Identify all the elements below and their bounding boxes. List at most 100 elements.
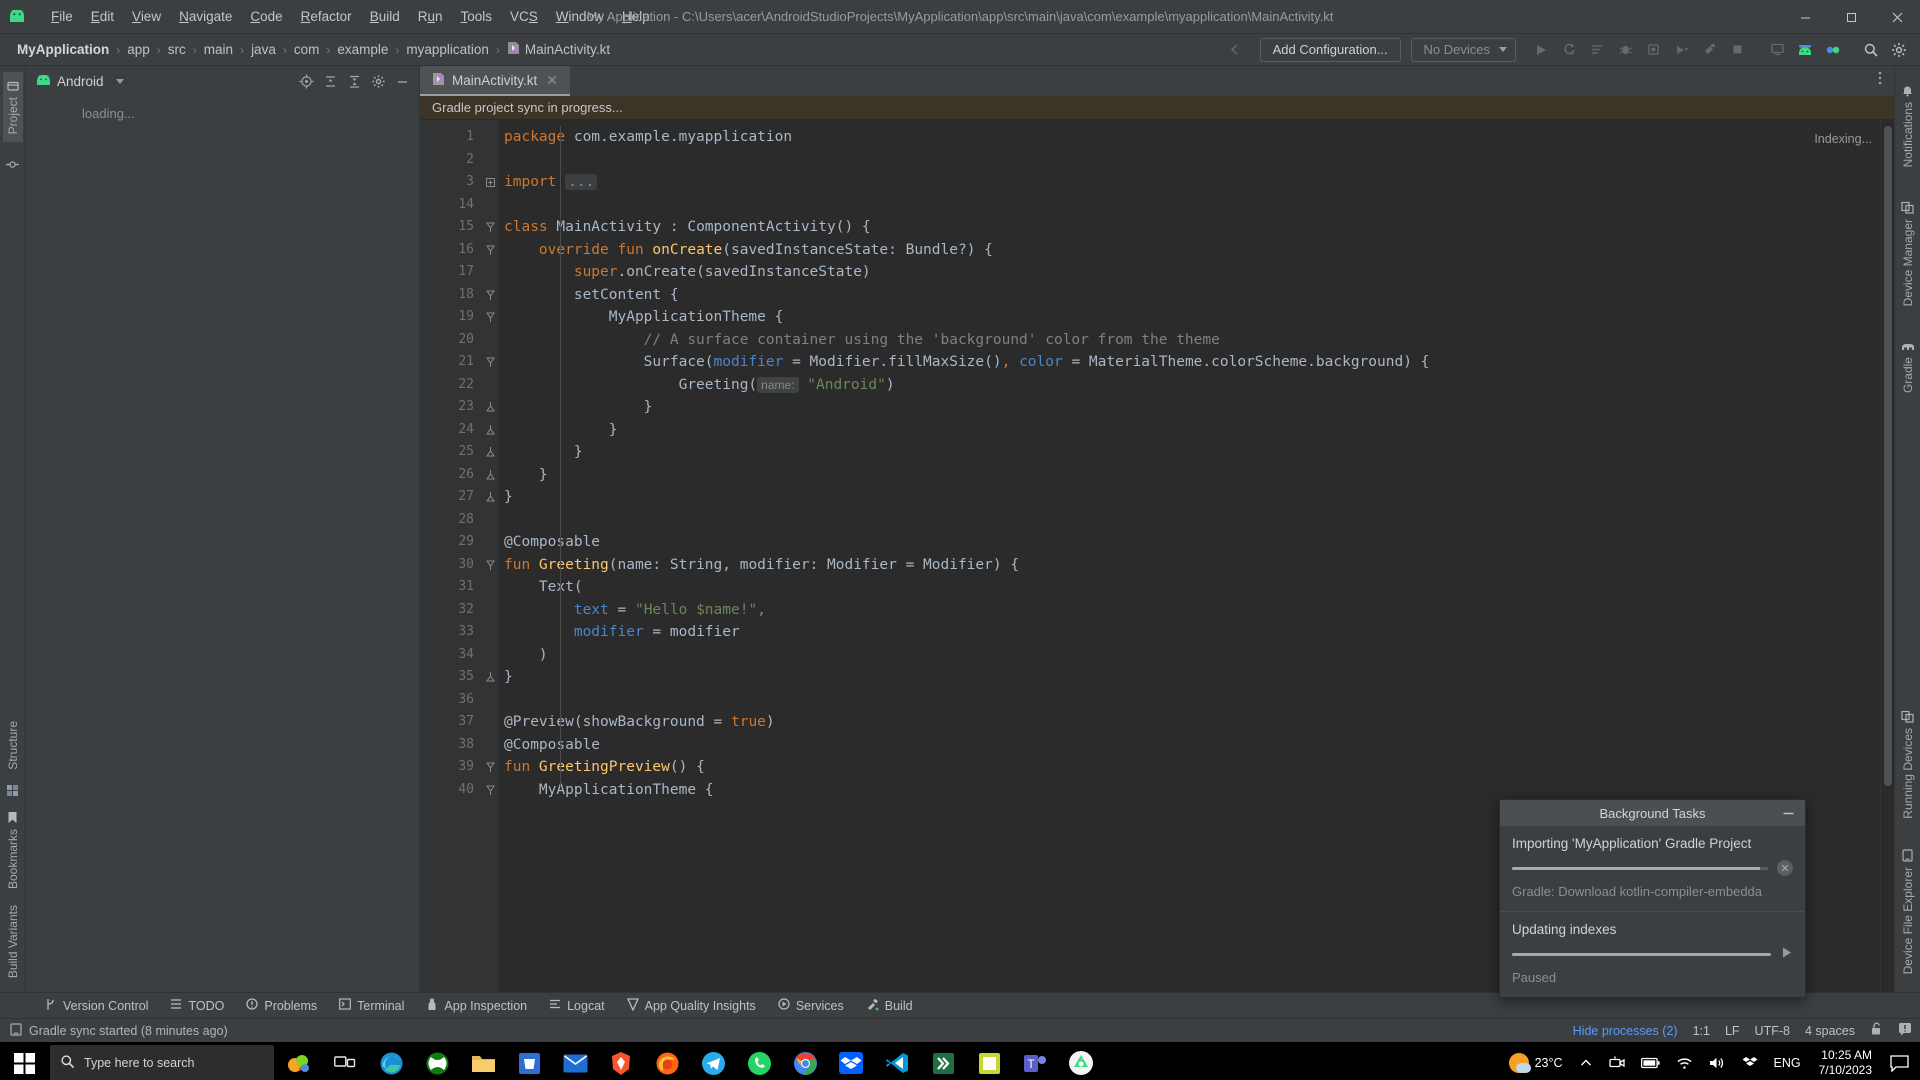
- task-view-icon[interactable]: [322, 1042, 368, 1080]
- menu-view[interactable]: View: [123, 5, 170, 28]
- menu-file[interactable]: File: [42, 5, 82, 28]
- sidebar-item-commit[interactable]: [3, 142, 22, 179]
- volume-icon[interactable]: [1701, 1042, 1734, 1080]
- sidebar-item-build-variants[interactable]: Build Variants: [3, 897, 23, 986]
- code-line[interactable]: modifier = modifier: [498, 621, 1880, 644]
- status-message-area[interactable]: Gradle sync started (8 minutes ago): [10, 1022, 228, 1039]
- fold-marker-icon[interactable]: [482, 171, 498, 194]
- windows-start-icon[interactable]: [0, 1042, 48, 1080]
- coverage-icon[interactable]: A: [1556, 37, 1582, 63]
- maximize-window-button[interactable]: [1828, 0, 1874, 34]
- menu-code[interactable]: Code: [241, 5, 291, 28]
- code-line[interactable]: }: [498, 486, 1880, 509]
- clock[interactable]: 10:25 AM 7/10/2023: [1809, 1048, 1882, 1078]
- build-icon[interactable]: [1696, 37, 1722, 63]
- code-line[interactable]: }: [498, 419, 1880, 442]
- collapse-all-icon[interactable]: [343, 70, 365, 92]
- language-indicator[interactable]: ENG: [1766, 1042, 1809, 1080]
- cancel-icon[interactable]: ✕: [1777, 860, 1793, 876]
- code-line[interactable]: MyApplicationTheme {: [498, 779, 1880, 802]
- fold-marker-icon[interactable]: [482, 419, 498, 442]
- fold-marker-icon[interactable]: [482, 284, 498, 307]
- chevron-up-icon[interactable]: [1571, 1042, 1601, 1080]
- project-tree[interactable]: loading...: [26, 96, 419, 992]
- fold-marker-icon[interactable]: [482, 486, 498, 509]
- edge-icon[interactable]: [368, 1042, 414, 1080]
- menu-edit[interactable]: Edit: [82, 5, 123, 28]
- unlock-icon[interactable]: [1870, 1022, 1883, 1039]
- code-line[interactable]: MyApplicationTheme {: [498, 306, 1880, 329]
- tool-window-logcat[interactable]: Logcat: [538, 995, 616, 1016]
- minimize-icon[interactable]: [1779, 804, 1797, 822]
- dropbox-icon[interactable]: [828, 1042, 874, 1080]
- profile-icon[interactable]: [1584, 37, 1610, 63]
- code-line[interactable]: Surface(modifier = Modifier.fillMaxSize(…: [498, 351, 1880, 374]
- code-line[interactable]: ): [498, 644, 1880, 667]
- tool-window-services[interactable]: Services: [767, 995, 855, 1016]
- sidebar-item-device-manager[interactable]: Device Manager: [1898, 193, 1918, 314]
- fold-marker-icon[interactable]: [482, 396, 498, 419]
- device-selector[interactable]: No Devices: [1410, 37, 1516, 62]
- android-studio-icon[interactable]: [1058, 1042, 1104, 1080]
- folder-icon[interactable]: [460, 1042, 506, 1080]
- menu-run[interactable]: Run: [409, 5, 452, 28]
- tool-window-terminal[interactable]: Terminal: [328, 995, 415, 1016]
- scrollbar-thumb[interactable]: [1884, 126, 1892, 786]
- wifi-icon[interactable]: [1668, 1042, 1701, 1080]
- add-configuration-button[interactable]: Add Configuration...: [1259, 37, 1401, 62]
- menu-tools[interactable]: Tools: [452, 5, 502, 28]
- fold-marker-icon[interactable]: [482, 239, 498, 262]
- menu-refactor[interactable]: Refactor: [292, 5, 361, 28]
- breadcrumb-item-myapplication-pkg[interactable]: myapplication: [403, 40, 492, 59]
- brave-icon[interactable]: [598, 1042, 644, 1080]
- fold-marker-icon[interactable]: [482, 464, 498, 487]
- breadcrumb-item-com[interactable]: com: [291, 40, 323, 59]
- code-line[interactable]: }: [498, 441, 1880, 464]
- sidebar-item-structure[interactable]: Structure: [3, 713, 23, 778]
- camera-icon[interactable]: [1601, 1042, 1633, 1080]
- build-variants-small-icon[interactable]: [6, 778, 19, 803]
- code-line[interactable]: [498, 194, 1880, 217]
- close-icon[interactable]: ✕: [544, 72, 560, 89]
- code-line[interactable]: }: [498, 464, 1880, 487]
- target-icon[interactable]: [295, 70, 317, 92]
- mail-icon[interactable]: [552, 1042, 598, 1080]
- code-line[interactable]: fun GreetingPreview() {: [498, 756, 1880, 779]
- fold-marker-icon[interactable]: [482, 306, 498, 329]
- editor-tab-mainactivity[interactable]: MainActivity.kt ✕: [420, 66, 570, 96]
- avd-manager-icon[interactable]: [1764, 37, 1790, 63]
- sidebar-item-gradle[interactable]: Gradle: [1898, 333, 1918, 401]
- vscode-icon[interactable]: [874, 1042, 920, 1080]
- speech-bubble-icon[interactable]: [1882, 1042, 1916, 1080]
- fold-marker-icon[interactable]: [482, 216, 498, 239]
- code-line[interactable]: }: [498, 666, 1880, 689]
- tool-window-app-quality-insights[interactable]: App Quality Insights: [616, 995, 767, 1017]
- file-encoding[interactable]: UTF-8: [1755, 1024, 1790, 1038]
- project-view-selector[interactable]: Android: [36, 74, 124, 89]
- code-line[interactable]: }: [498, 396, 1880, 419]
- tool-window-build[interactable]: Build: [855, 995, 924, 1017]
- hide-processes-link[interactable]: Hide processes (2): [1573, 1024, 1678, 1038]
- search-input[interactable]: Type here to search: [50, 1045, 274, 1080]
- fold-marker-icon[interactable]: [482, 554, 498, 577]
- code-line[interactable]: override fun onCreate(savedInstanceState…: [498, 239, 1880, 262]
- menu-build[interactable]: Build: [361, 5, 409, 28]
- code-line[interactable]: [498, 509, 1880, 532]
- more-run-icon[interactable]: [1668, 37, 1694, 63]
- code-line[interactable]: class MainActivity : ComponentActivity()…: [498, 216, 1880, 239]
- fold-marker-icon[interactable]: [482, 351, 498, 374]
- breadcrumb-item-java[interactable]: java: [248, 40, 279, 59]
- code-line[interactable]: Text(: [498, 576, 1880, 599]
- fold-marker-icon[interactable]: [482, 756, 498, 779]
- breadcrumb-item-example[interactable]: example: [334, 40, 391, 59]
- settings-icon[interactable]: [1886, 37, 1912, 63]
- sidebar-item-bookmarks[interactable]: Bookmarks: [3, 803, 23, 897]
- code-line[interactable]: [498, 149, 1880, 172]
- code-line[interactable]: import ...: [498, 171, 1880, 194]
- code-line[interactable]: text = "Hello $name!",: [498, 599, 1880, 622]
- code-folding-column[interactable]: [482, 120, 498, 992]
- back-arrow-icon[interactable]: [1222, 37, 1248, 63]
- background-tasks-panel[interactable]: Background Tasks Importing 'MyApplicatio…: [1499, 799, 1806, 998]
- tool-window-version-control[interactable]: Version Control: [34, 995, 159, 1017]
- code-line[interactable]: @Preview(showBackground = true): [498, 711, 1880, 734]
